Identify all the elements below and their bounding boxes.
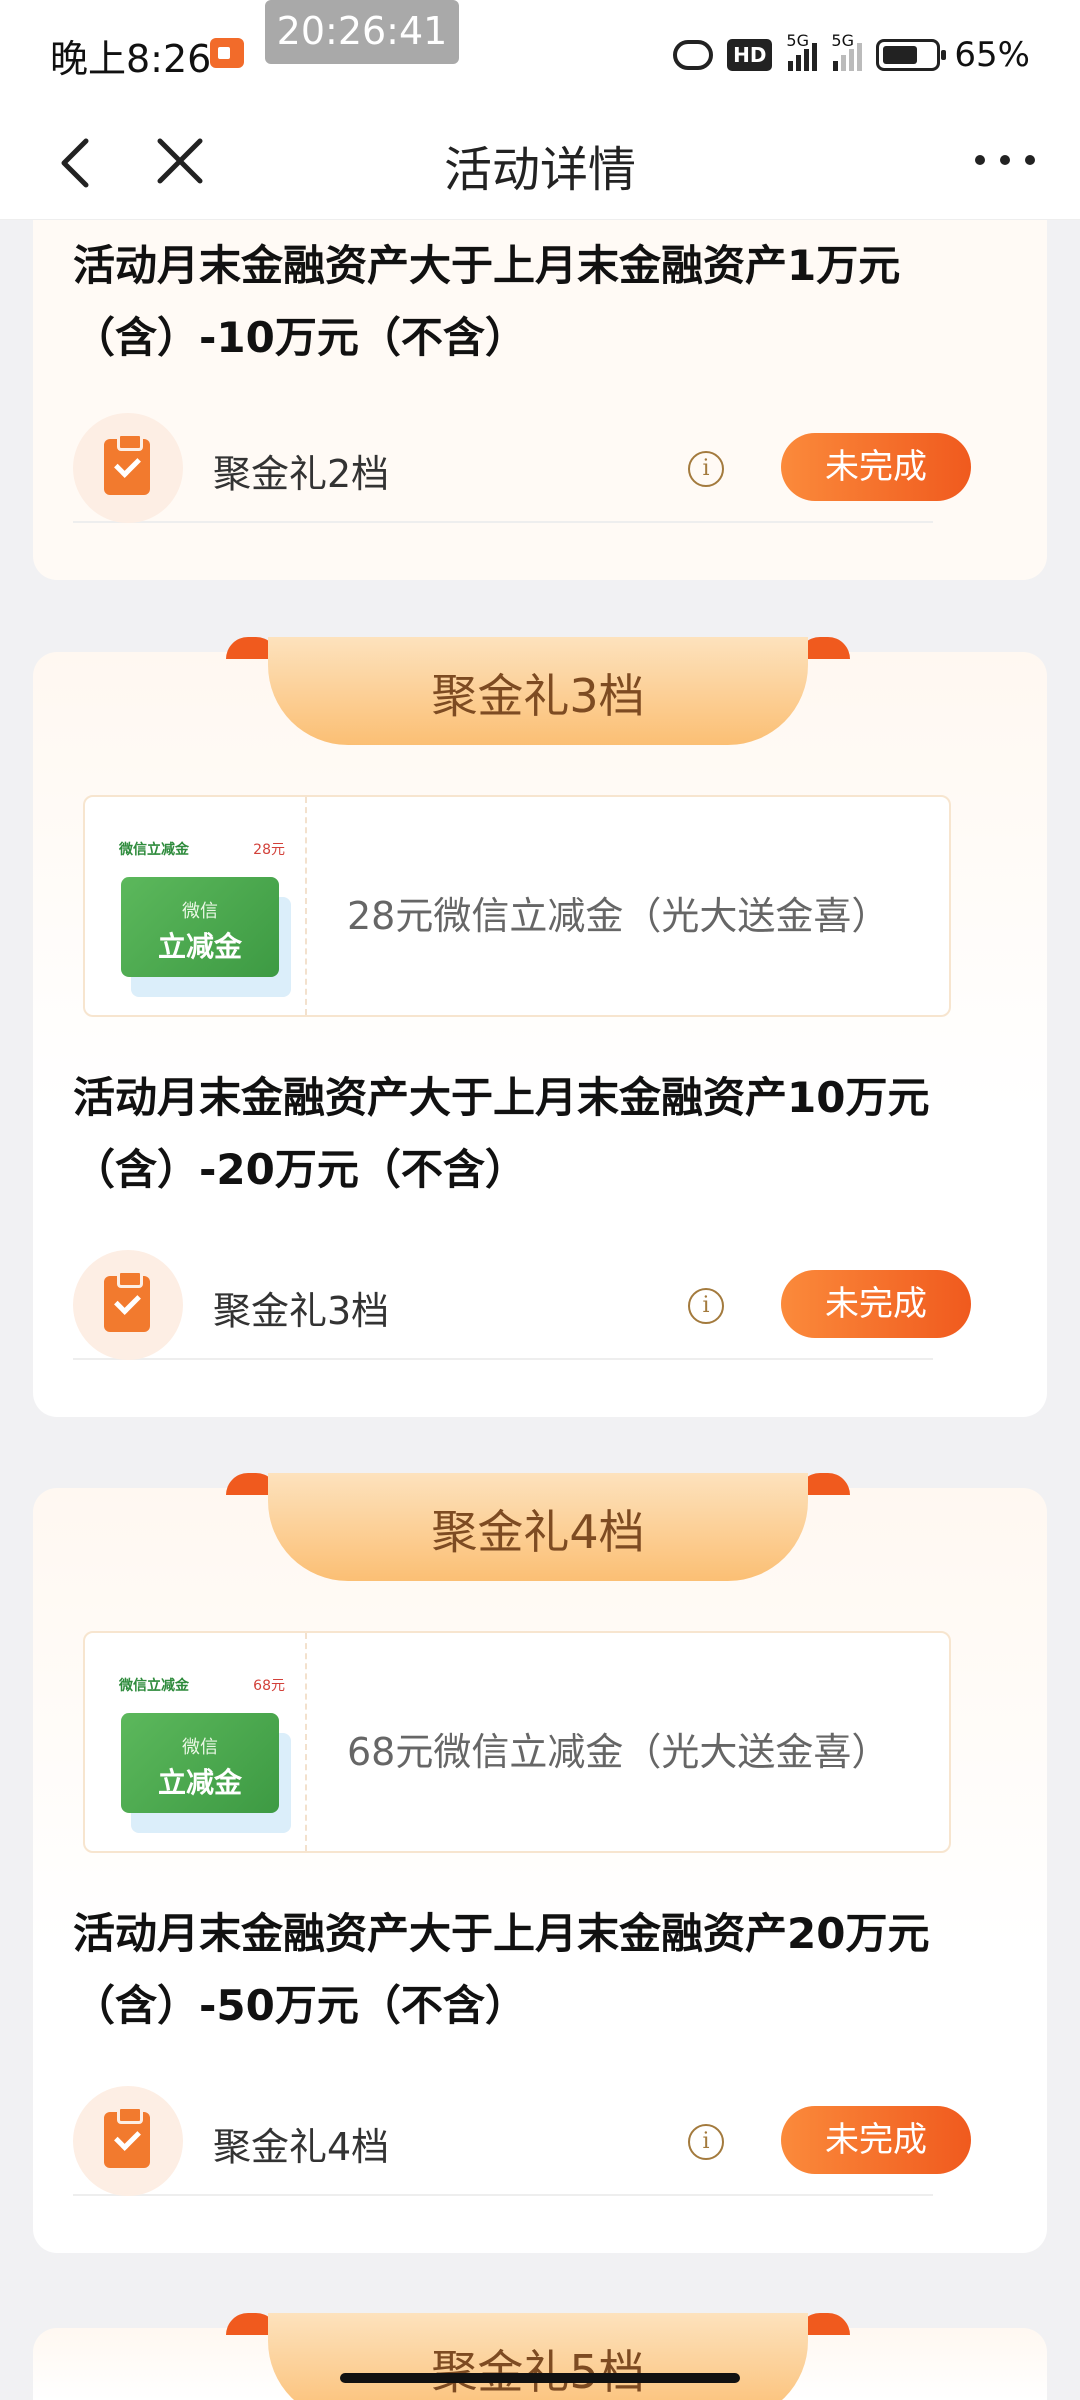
home-indicator[interactable] [340,2373,740,2383]
info-icon[interactable]: i [688,1288,724,1324]
prize-name: 68元微信立减金（光大送金喜） [347,1730,890,1774]
coupon-title: 微信立减金 [119,842,189,858]
task-row: 聚金礼4档 i 未完成 [73,2086,971,2196]
coupon-image: 微信立减金 68元 微信 立减金 [103,1653,293,1833]
info-icon[interactable]: i [688,451,724,487]
status-button[interactable]: 未完成 [781,1270,971,1338]
tier-condition: 活动月末金融资产大于上月末金融资产1万元 （含）-10万元（不含） [73,230,1013,374]
coupon-card: 微信 立减金 [121,877,279,977]
prize-name: 28元微信立减金（光大送金喜） [347,894,890,938]
battery-percent: 65% [954,35,1030,75]
task-icon [73,2086,183,2196]
page-title: 活动详情 [443,142,636,198]
tier-tab: 聚金礼3档 [226,637,850,745]
clipboard-check-icon [104,1270,150,1332]
coupon-amount: 68元 [253,1678,285,1694]
prize-box[interactable]: 微信立减金 68元 微信 立减金 68元微信立减金（光大送金喜） [83,1631,951,1853]
task-label: 聚金礼2档 [213,452,390,496]
tier-card-4: 聚金礼4档 微信立减金 68元 微信 立减金 68元微信立减金（光大送金喜） 活… [33,1473,1047,2253]
status-time: 晚上8:26 [50,37,212,81]
signal-icon-2: 5G [831,31,863,71]
coupon-amount: 28元 [253,842,285,858]
condition-line: 活动月末金融资产大于上月末金融资产1万元 [73,241,901,290]
coupon-big-label: 立减金 [157,930,242,963]
task-icon [73,1250,183,1360]
condition-line: 活动月末金融资产大于上月末金融资产10万元 [73,1073,930,1122]
coupon-card: 微信 立减金 [121,1713,279,1813]
signal-icon: 5G [786,31,818,71]
clipboard-check-icon [104,2106,150,2168]
status-indicators: HD 5G 5G 65% [673,30,1030,80]
link-icon [673,40,714,70]
network-type-label: 5G [786,31,809,50]
condition-line: （含）-10万元（不含） [73,313,527,362]
screen-record-icon [210,38,244,68]
tier-card-5: 聚金礼5档 [33,2313,1047,2400]
tier-tab-label: 聚金礼3档 [268,637,808,745]
task-row: 聚金礼3档 i 未完成 [73,1250,971,1360]
prize-box[interactable]: 微信立减金 28元 微信 立减金 28元微信立减金（光大送金喜） [83,795,951,1017]
battery-icon [876,39,947,71]
tier-condition: 活动月末金融资产大于上月末金融资产20万元 （含）-50万元（不含） [73,1898,1013,2042]
info-icon[interactable]: i [688,2124,724,2160]
coupon-image: 微信立减金 28元 微信 立减金 [103,817,293,997]
tier-tab: 聚金礼5档 [226,2313,850,2400]
status-button[interactable]: 未完成 [781,2106,971,2174]
task-label: 聚金礼4档 [213,2125,390,2169]
hd-icon: HD [727,39,773,71]
condition-line: （含）-50万元（不含） [73,1981,527,2030]
coupon-small-label: 微信 [182,901,218,922]
task-row: 聚金礼2档 i 未完成 [73,413,971,523]
coupon-big-label: 立减金 [157,1766,242,1799]
nav-bar: 活动详情 [0,105,1080,220]
tier-card-2: 活动月末金融资产大于上月末金融资产1万元 （含）-10万元（不含） 聚金礼2档 … [33,220,1047,580]
tier-tab-label: 聚金礼5档 [268,2313,808,2400]
tier-tab: 聚金礼4档 [226,1473,850,1581]
status-button[interactable]: 未完成 [781,433,971,501]
task-label: 聚金礼3档 [213,1289,390,1333]
tier-condition: 活动月末金融资产大于上月末金融资产10万元 （含）-20万元（不含） [73,1062,1013,1206]
clipboard-check-icon [104,433,150,495]
more-icon[interactable] [970,145,1040,175]
task-icon [73,413,183,523]
coupon-title: 微信立减金 [119,1678,189,1694]
clock-overlay: 20:26:41 [265,0,459,64]
status-bar: 晚上8:26 20:26:41 HD 5G 5G 65% [0,0,1080,105]
coupon-small-label: 微信 [182,1737,218,1758]
condition-line: （含）-20万元（不含） [73,1145,527,1194]
tier-card-3: 聚金礼3档 微信立减金 28元 微信 立减金 28元微信立减金（光大送金喜） 活… [33,637,1047,1417]
condition-line: 活动月末金融资产大于上月末金融资产20万元 [73,1909,930,1958]
network-type-label-2: 5G [831,31,854,50]
tier-tab-label: 聚金礼4档 [268,1473,808,1581]
